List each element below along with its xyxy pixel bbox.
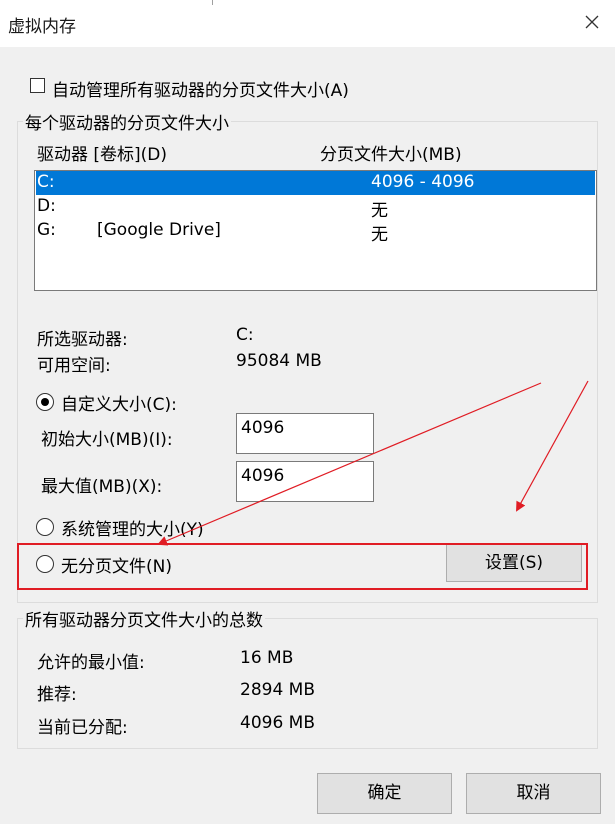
recommended-label: 推荐:: [37, 685, 77, 705]
free-space-label: 可用空间:: [37, 356, 111, 376]
window-edge-divider: [212, 0, 213, 5]
cancel-button[interactable]: 取消: [466, 773, 601, 814]
currently-allocated-label: 当前已分配:: [37, 718, 128, 738]
ok-button[interactable]: 确定: [317, 773, 452, 814]
annotation-highlight-box: [17, 543, 588, 590]
custom-size-radio[interactable]: [36, 393, 54, 411]
per-drive-legend: 每个驱动器的分页文件大小: [25, 114, 229, 134]
drive-list[interactable]: C: 4096 - 4096 D: 无 G: [Google Drive] 无: [34, 170, 597, 291]
min-allowed-label: 允许的最小值:: [37, 653, 145, 673]
max-size-input[interactable]: 4096: [236, 461, 374, 502]
drive-row-c[interactable]: C: 4096 - 4096: [36, 171, 595, 195]
window-title: 虚拟内存: [8, 17, 76, 37]
custom-size-label[interactable]: 自定义大小(C):: [61, 390, 177, 415]
title-bar: [0, 0, 615, 47]
drive-letter: C:: [37, 172, 55, 192]
initial-size-input[interactable]: 4096: [236, 413, 374, 454]
drive-volume-label: [Google Drive]: [97, 220, 221, 240]
close-icon: [585, 15, 599, 29]
selected-drive-label: 所选驱动器:: [37, 330, 128, 350]
totals-legend: 所有驱动器分页文件大小的总数: [25, 611, 263, 631]
min-allowed-value: 16 MB: [240, 648, 294, 668]
system-managed-radio[interactable]: [36, 518, 54, 536]
drive-size: 无: [371, 225, 388, 245]
close-button[interactable]: [580, 10, 604, 34]
drive-letter: D:: [37, 196, 56, 216]
auto-manage-checkbox[interactable]: [30, 78, 45, 93]
system-managed-label[interactable]: 系统管理的大小(Y): [61, 515, 204, 540]
currently-allocated-value: 4096 MB: [240, 713, 315, 733]
free-space-value: 95084 MB: [236, 351, 322, 371]
drive-size: 无: [371, 201, 388, 221]
selected-drive-value: C:: [236, 325, 254, 345]
recommended-value: 2894 MB: [240, 680, 315, 700]
initial-size-label: 初始大小(MB)(I):: [41, 430, 173, 450]
auto-manage-label[interactable]: 自动管理所有驱动器的分页文件大小(A): [52, 76, 349, 101]
drive-row-g[interactable]: G: [Google Drive] 无: [36, 219, 595, 245]
drive-letter: G:: [37, 220, 56, 240]
max-size-label: 最大值(MB)(X):: [41, 477, 163, 497]
column-header-drive: 驱动器 [卷标](D): [37, 145, 168, 165]
column-header-size: 分页文件大小(MB): [320, 145, 462, 165]
drive-row-d[interactable]: D: 无: [36, 195, 595, 221]
drive-size: 4096 - 4096: [371, 172, 475, 192]
